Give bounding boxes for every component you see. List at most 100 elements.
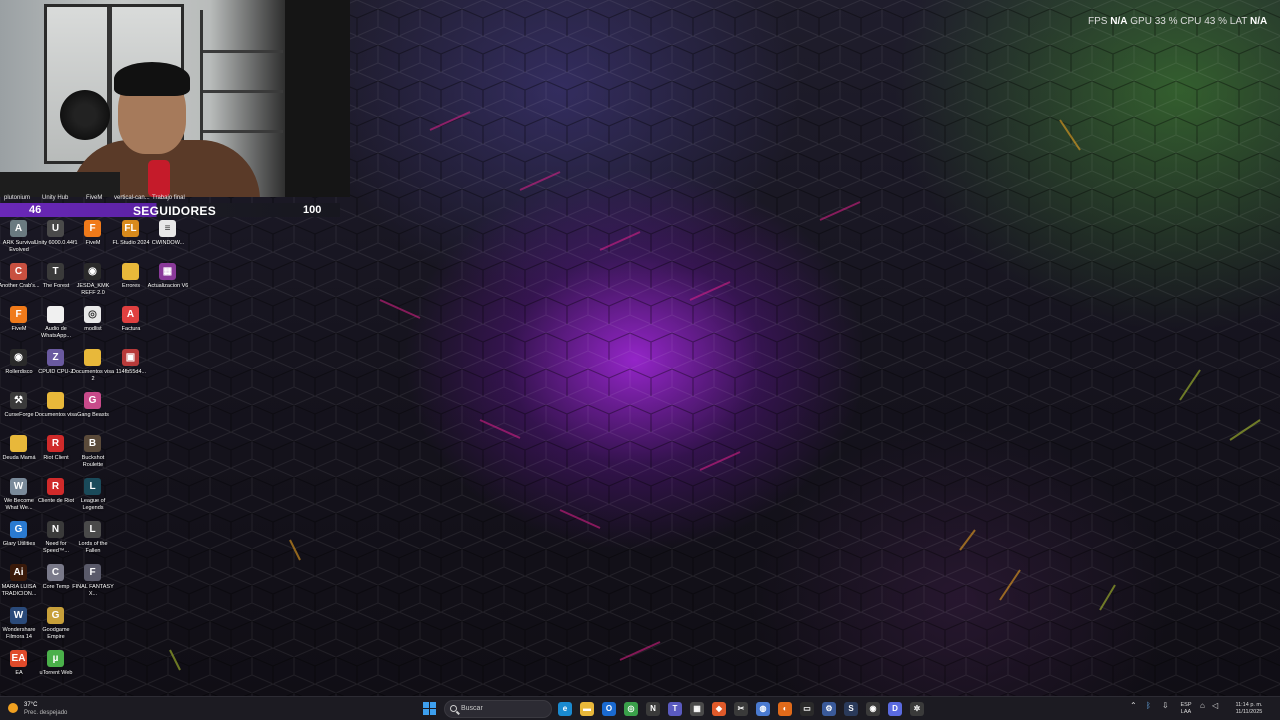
desktop-shortcut-label: League of Legends: [80, 498, 106, 511]
buckshot-icon: B: [84, 435, 101, 452]
ea-icon: EA: [10, 650, 27, 667]
performance-overlay: FPS N/A GPU 33 % CPU 43 % LAT N/A: [1088, 16, 1267, 27]
desktop-shortcut[interactable]: Errores: [112, 263, 150, 305]
desktop-shortcut[interactable]: ≡ CWINDOW...: [149, 220, 187, 262]
desktop-shortcut[interactable]: Z CPUID CPU-Z: [37, 349, 75, 391]
follower-goal-label: SEGUIDORES: [133, 204, 217, 218]
language-indicator[interactable]: ESP LAA: [1176, 702, 1196, 718]
desktop-shortcut[interactable]: F FiveM: [74, 220, 112, 262]
gear-icon[interactable]: ✲: [910, 702, 924, 716]
desktop-shortcut[interactable]: A Factura: [112, 306, 150, 348]
taskbar: 37°C Prec. despejado Buscar e ▬ O ◎ N T ▦ ◆ ✂ ◍ ◐ ▭…: [0, 696, 1280, 720]
taskbar-search[interactable]: Buscar: [444, 700, 552, 718]
windows-logo-icon: [423, 709, 429, 715]
weather-temperature: 37°C: [24, 702, 38, 708]
fps-value: N/A: [1110, 16, 1128, 27]
fivem-icon: F: [84, 220, 101, 237]
calculator-icon[interactable]: ▦: [690, 702, 704, 716]
follower-goal-current: 46: [29, 204, 42, 216]
download-icon[interactable]: ⇩: [1162, 701, 1169, 710]
desktop-shortcut-label: uTorrent Web: [39, 670, 73, 676]
start-button[interactable]: [423, 702, 437, 716]
gpu-value: 33 %: [1154, 16, 1178, 27]
desktop-shortcut[interactable]: W Wondershare Filmora 14: [0, 607, 38, 649]
desktop-shortcut[interactable]: Documentos visa 2: [72, 349, 114, 391]
desktop-shortcut[interactable]: W We Become What We...: [0, 478, 38, 520]
fl-studio-icon: FL: [122, 220, 139, 237]
capcut-icon[interactable]: ✂: [734, 702, 748, 716]
curseforge-icon: ⚒: [10, 392, 27, 409]
outlook-icon[interactable]: O: [602, 702, 616, 716]
desktop-shortcut[interactable]: ◎ modlist: [74, 306, 112, 348]
desktop-shortcut[interactable]: L League of Legends: [74, 478, 112, 520]
windows-logo-icon: [423, 702, 429, 708]
occluded-label: vertical-can...: [114, 195, 150, 201]
edge-icon[interactable]: e: [558, 702, 572, 716]
microphone: [148, 160, 170, 197]
desktop-shortcut[interactable]: ◉ Rollerdisco: [0, 349, 38, 391]
desktop-shortcut[interactable]: L Lords of the Fallen: [74, 521, 112, 563]
streamer-hair: [114, 62, 190, 96]
desktop-shortcut[interactable]: F FiveM: [0, 306, 38, 348]
desktop-shortcut[interactable]: ▣ 114fb55d4...: [112, 349, 150, 391]
desktop-shortcut[interactable]: G Gang Beasts: [74, 392, 112, 434]
discord-icon[interactable]: D: [888, 702, 902, 716]
desktop-shortcut[interactable]: Ai MARIA LUISA TRADICION...: [0, 564, 38, 606]
desktop-shortcut[interactable]: Deuda Mamá: [0, 435, 38, 477]
search-placeholder: Buscar: [461, 705, 483, 712]
notion-icon[interactable]: N: [646, 702, 660, 716]
file-icon: [47, 306, 64, 323]
ark-icon: A: [10, 220, 27, 237]
desktop-shortcut[interactable]: FL FL Studio 2024: [112, 220, 150, 262]
chevron-up-icon[interactable]: ⌃: [1130, 701, 1137, 710]
riot-icon: R: [47, 478, 64, 495]
volume-icon[interactable]: ◁: [1212, 701, 1218, 710]
desktop-shortcut[interactable]: F FINAL FANTASY X...: [72, 564, 114, 606]
desktop-shortcut[interactable]: B Buckshot Roulette: [74, 435, 112, 477]
chrome-icon[interactable]: ◎: [624, 702, 638, 716]
sun-icon: [8, 703, 18, 713]
desktop-shortcut-label: Goodgame Empire: [42, 627, 70, 640]
lotf-icon: L: [84, 521, 101, 538]
globe-icon[interactable]: ◍: [756, 702, 770, 716]
steam-icon[interactable]: S: [844, 702, 858, 716]
occluded-label: Unity Hub: [42, 195, 69, 201]
file-explorer-icon[interactable]: ▬: [580, 702, 594, 716]
folder-icon: [10, 435, 27, 452]
desktop-shortcut[interactable]: C Another Crab's...: [0, 263, 40, 305]
desktop-shortcut[interactable]: N Need for Speed™...: [37, 521, 75, 563]
clock-date: 11/11/2025: [1235, 709, 1263, 715]
webcam-overlay: [0, 0, 350, 197]
desktop-shortcut[interactable]: EA EA: [0, 650, 38, 692]
desktop-shortcut[interactable]: ▦ Actualizacion V6: [148, 263, 188, 305]
clock[interactable]: 11:14 p. m. 11/11/2025: [1225, 702, 1273, 718]
desktop-shortcut[interactable]: G Glary Utilities: [0, 521, 38, 563]
desktop-shortcut[interactable]: ◉ JESDA_KMK REFF 2.0: [74, 263, 112, 305]
gang-beasts-icon: G: [84, 392, 101, 409]
cpuz-icon: Z: [47, 349, 64, 366]
desktop-shortcut[interactable]: ⚒ CurseForge: [0, 392, 38, 434]
brave-icon[interactable]: ◆: [712, 702, 726, 716]
firefox-icon[interactable]: ◐: [778, 702, 792, 716]
desktop-shortcut[interactable]: C Core Temp: [37, 564, 75, 606]
desktop-shortcut[interactable]: T The Forest: [37, 263, 75, 305]
terminal-icon[interactable]: ▭: [800, 702, 814, 716]
desktop-shortcut[interactable]: U Unity 6000.0.44f1: [34, 220, 78, 262]
coretemp-icon: C: [47, 564, 64, 581]
webcam-background-doorway: [285, 0, 350, 197]
bluetooth-icon[interactable]: ᛒ: [1146, 701, 1151, 710]
desktop-shortcut[interactable]: Documentos visa: [35, 392, 77, 434]
desktop-shortcut[interactable]: µ uTorrent Web: [37, 650, 75, 692]
desktop-shortcut-label: Gang Beasts: [77, 412, 109, 418]
desktop-shortcut[interactable]: A ARK Survival Evolved: [0, 220, 38, 262]
desktop-shortcut[interactable]: Audio de WhatsApp...: [37, 306, 75, 348]
teams-icon[interactable]: T: [668, 702, 682, 716]
desktop-shortcut[interactable]: R Riot Client: [37, 435, 75, 477]
desktop-shortcut[interactable]: G Goodgame Empire: [37, 607, 75, 649]
folder-icon: [122, 263, 139, 280]
utorrent-icon: µ: [47, 650, 64, 667]
desktop-shortcut[interactable]: R Cliente de Riot: [37, 478, 75, 520]
settings-icon[interactable]: ⚙: [822, 702, 836, 716]
obs-icon[interactable]: ◉: [866, 702, 880, 716]
network-icon[interactable]: ⌂: [1200, 701, 1205, 710]
